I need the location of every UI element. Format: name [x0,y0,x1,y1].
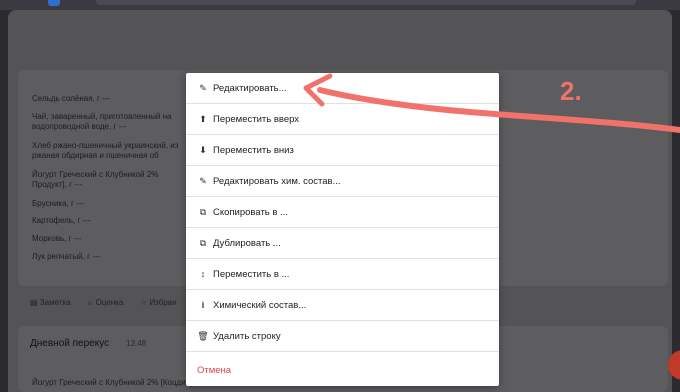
menu-item-label: Скопировать в ... [213,206,288,218]
food-item[interactable]: Брусника, г --- [32,199,84,209]
edit-icon: ✎ [199,175,207,186]
menu-item-chem-composition[interactable]: i Химический состав... [186,290,499,321]
menu-item-delete-row[interactable]: 🗑 Удалить строку [186,321,499,352]
food-item[interactable]: Чай, заваренный, приготовленный на водоп… [32,112,171,132]
menu-item-label: Редактировать... [213,82,287,94]
edit-icon: ✎ [199,82,207,93]
menu-item-copy-to[interactable]: ⧉ Скопировать в ... [186,197,499,228]
menu-item-label: Переместить в ... [213,268,290,280]
food-item[interactable]: Сельдь солёная, г --- [32,94,110,104]
browser-topbar [0,0,680,10]
note-button[interactable]: ▤ Заметка [30,298,71,307]
food-item[interactable]: Йогурт Греческий с Клубникой 2% Продукт]… [32,170,158,190]
menu-item-label: Редактировать хим. состав... [213,175,341,187]
cancel-button[interactable]: Отмена [186,355,499,386]
move-vertical-icon: ↕ [200,269,206,279]
food-item[interactable]: Лук репчатый, г --- [32,252,100,262]
copy-icon: ⧉ [199,206,207,217]
menu-item-move-to[interactable]: ↕ Переместить в ... [186,259,499,290]
food-item[interactable]: Картофель, г --- [32,216,91,226]
food-item[interactable]: Хлеб ржано-пшеничный украинский, из ржан… [32,141,178,161]
menu-item-label: Дублировать ... [213,237,281,249]
browser-tab-strip [96,0,636,5]
menu-item-edit[interactable]: ✎ Редактировать... [186,73,499,104]
food-item[interactable]: Йогурт Греческий с Клубникой 2% [Коцдия] [32,378,192,387]
favorite-button[interactable]: ☆ Избран [140,298,177,307]
menu-item-label: Переместить вверх [213,113,300,125]
arrow-up-circle-icon: ⬆ [199,113,207,124]
info-icon: i [201,300,205,310]
star-icon: ☆ [140,298,148,307]
menu-item-label: Переместить вниз [213,144,294,156]
trash-icon: 🗑 [197,330,209,341]
menu-item-duplicate[interactable]: ⧉ Дублировать ... [186,228,499,259]
menu-item-label: Удалить строку [213,330,281,342]
menu-item-edit-chem[interactable]: ✎ Редактировать хим. состав... [186,166,499,197]
duplicate-icon: ⧉ [199,237,207,248]
menu-item-label: Химический состав... [213,299,307,311]
context-menu: ✎ Редактировать... ⬆ Переместить вверх ⬇… [186,73,499,386]
menu-item-move-down[interactable]: ⬇ Переместить вниз [186,135,499,166]
rating-button[interactable]: ☼ Оценка [86,298,123,307]
meal-title: Дневной перекус [30,338,110,349]
cancel-label: Отмена [197,365,232,376]
favorite-label: Избран [149,298,177,307]
note-icon: ▤ [30,298,38,307]
sun-icon: ☼ [86,298,94,307]
note-label: Заметка [39,298,71,307]
menu-item-move-up[interactable]: ⬆ Переместить вверх [186,104,499,135]
food-item[interactable]: Морковь, г --- [32,234,82,244]
app-icon [48,0,60,6]
meal-time: 13:48 [126,339,147,348]
arrow-down-circle-icon: ⬇ [199,144,207,155]
rating-label: Оценка [95,298,124,307]
